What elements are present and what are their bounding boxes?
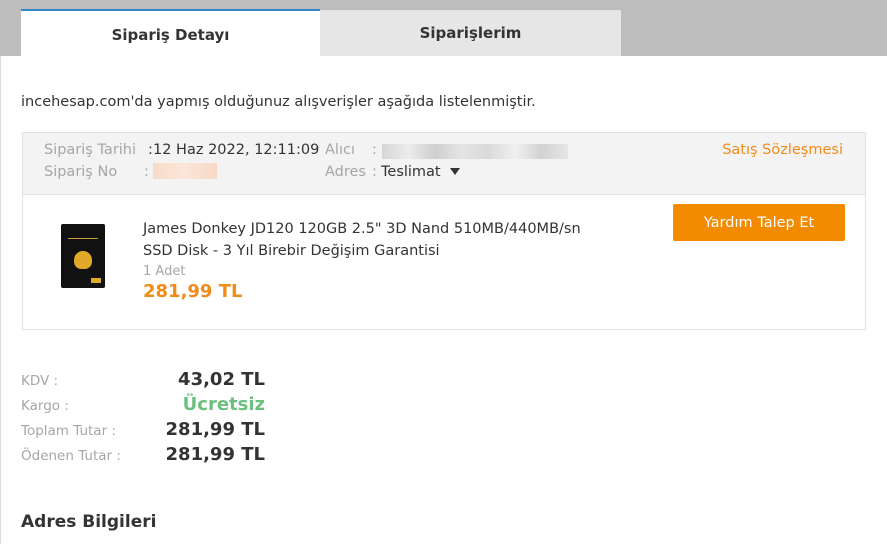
order-date-label: Sipariş Tarihi xyxy=(44,142,137,158)
total-value: 281,99 TL xyxy=(165,419,265,440)
order-detail-panel: incehesap.com'da yapmış olduğunuz alışve… xyxy=(0,56,887,544)
summary-row-kdv: KDV : 43,02 TL xyxy=(21,369,281,393)
tab-my-orders[interactable]: Siparişlerim xyxy=(320,10,621,56)
paid-value: 281,99 TL xyxy=(165,444,265,465)
tab-my-orders-label: Siparişlerim xyxy=(419,24,522,42)
product-name[interactable]: James Donkey JD120 120GB 2.5" 3D Nand 51… xyxy=(143,218,583,262)
summary-row-total: Toplam Tutar : 281,99 TL xyxy=(21,419,281,443)
caret-down-icon xyxy=(449,167,460,175)
order-no-redacted xyxy=(153,163,217,179)
product-image-logo xyxy=(74,251,92,269)
recipient-sep: : xyxy=(372,142,377,158)
kdv-value: 43,02 TL xyxy=(178,369,265,390)
intro-text: incehesap.com'da yapmış olduğunuz alışve… xyxy=(21,94,536,110)
sales-contract-link[interactable]: Satış Sözleşmesi xyxy=(722,142,843,158)
cargo-label: Kargo : xyxy=(21,398,69,414)
help-request-button[interactable]: Yardım Talep Et xyxy=(673,204,845,241)
address-sep: : xyxy=(372,164,377,180)
summary-row-cargo: Kargo : Ücretsiz xyxy=(21,394,281,418)
product-image-stripe xyxy=(68,238,98,249)
cargo-value: Ücretsiz xyxy=(182,394,265,415)
recipient-redacted xyxy=(382,144,568,159)
address-section-title: Adres Bilgileri xyxy=(21,512,157,532)
tab-bar: Sipariş Detayı Siparişlerim xyxy=(0,0,887,58)
tab-order-detail[interactable]: Sipariş Detayı xyxy=(21,9,320,58)
address-label: Adres xyxy=(325,164,366,180)
order-no-sep: : xyxy=(144,164,149,180)
order-header: Sipariş Tarihi : 12 Haz 2022, 12:11:09 S… xyxy=(23,133,865,195)
order-date-value: 12 Haz 2022, 12:11:09 xyxy=(153,142,320,158)
address-dropdown-value: Teslimat xyxy=(381,164,441,180)
product-price: 281,99 TL xyxy=(143,281,243,302)
tab-order-detail-label: Sipariş Detayı xyxy=(111,25,230,44)
kdv-label: KDV : xyxy=(21,373,59,389)
order-card: Sipariş Tarihi : 12 Haz 2022, 12:11:09 S… xyxy=(22,132,866,330)
address-dropdown[interactable]: Teslimat xyxy=(381,164,460,180)
product-quantity: 1 Adet xyxy=(143,264,186,279)
product-image[interactable] xyxy=(61,224,105,288)
total-label: Toplam Tutar : xyxy=(21,423,116,439)
recipient-label: Alıcı xyxy=(325,142,355,158)
summary-row-paid: Ödenen Tutar : 281,99 TL xyxy=(21,444,281,468)
paid-label: Ödenen Tutar : xyxy=(21,448,121,464)
product-image-tag xyxy=(91,278,101,283)
help-request-button-label: Yardım Talep Et xyxy=(703,214,815,231)
order-no-label: Sipariş No xyxy=(44,164,118,180)
